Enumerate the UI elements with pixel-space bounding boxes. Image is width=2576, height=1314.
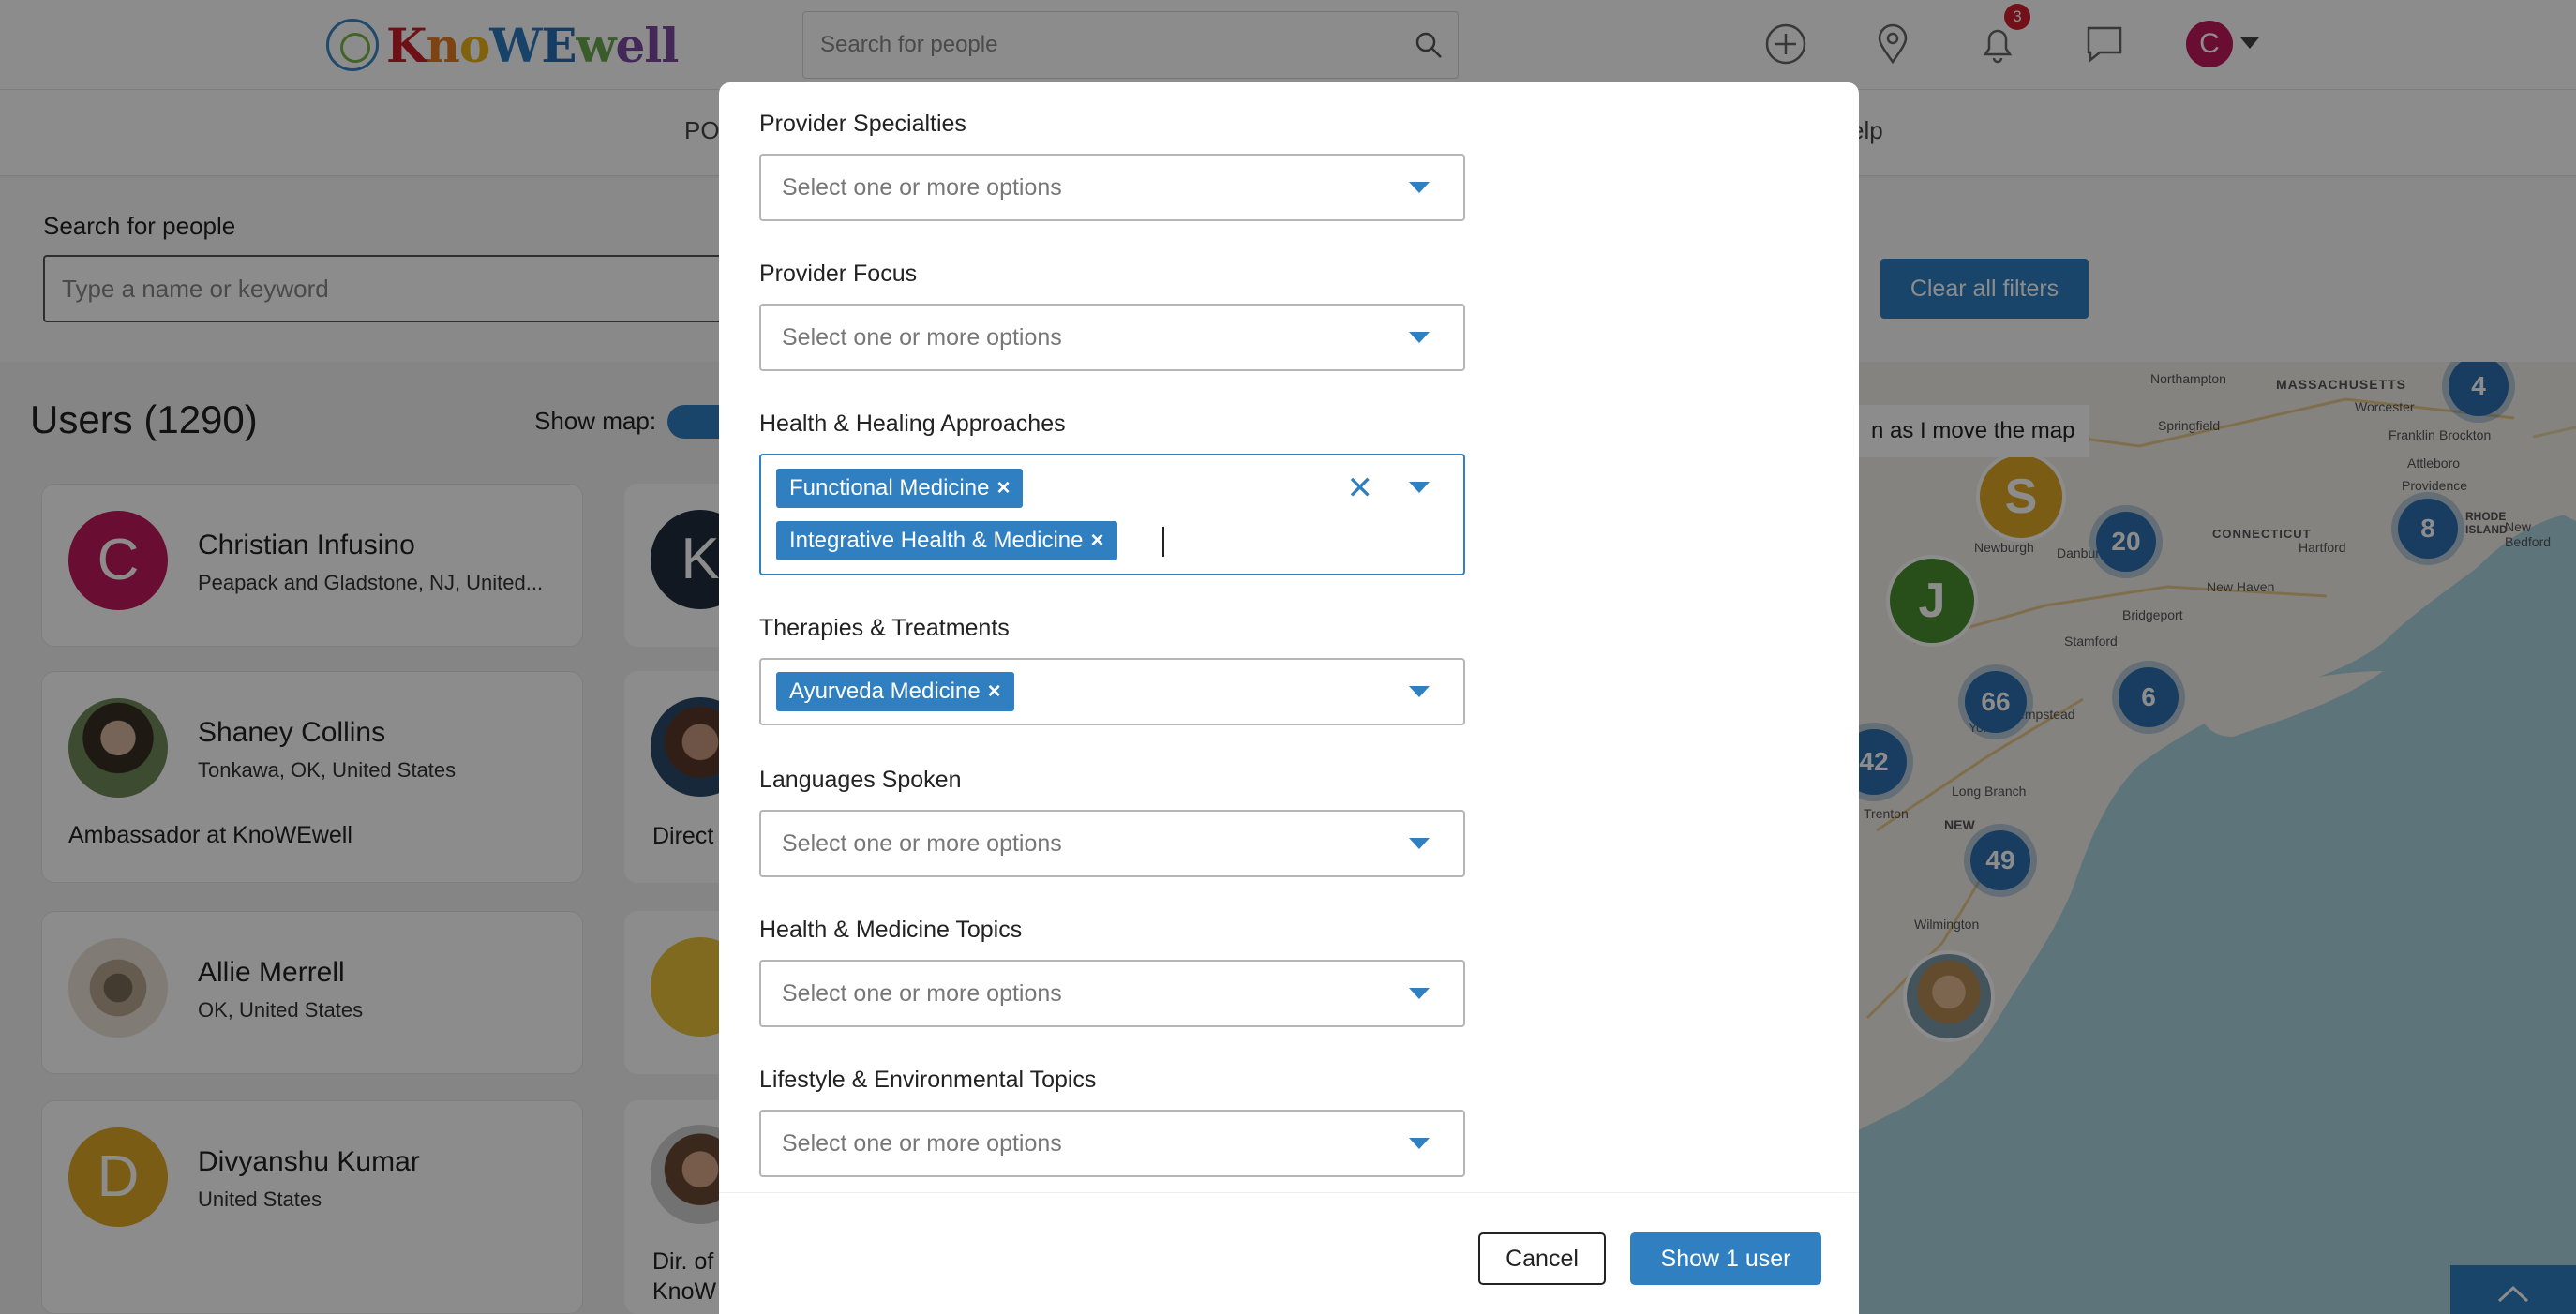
provider-focus-select[interactable]: Select one or more options bbox=[759, 304, 1465, 371]
selected-tag-ayurveda-medicine: Ayurveda Medicine × bbox=[776, 672, 1014, 711]
field-label-provider-focus: Provider Focus bbox=[759, 261, 918, 287]
filter-modal: Provider Specialties Select one or more … bbox=[719, 82, 1859, 1314]
select-placeholder: Select one or more options bbox=[782, 324, 1062, 351]
remove-tag-icon[interactable]: × bbox=[1091, 528, 1104, 553]
selected-tag-integrative-health: Integrative Health & Medicine × bbox=[776, 521, 1117, 560]
provider-specialties-select[interactable]: Select one or more options bbox=[759, 154, 1465, 221]
field-label-health-medicine-topics: Health & Medicine Topics bbox=[759, 917, 1023, 943]
remove-tag-icon[interactable]: × bbox=[988, 679, 1001, 704]
caret-down-icon[interactable] bbox=[1409, 988, 1430, 999]
caret-down-icon[interactable] bbox=[1409, 838, 1430, 849]
field-label-health-healing-approaches: Health & Healing Approaches bbox=[759, 411, 1066, 437]
field-label-lifestyle-environmental-topics: Lifestyle & Environmental Topics bbox=[759, 1067, 1097, 1093]
field-label-therapies-treatments: Therapies & Treatments bbox=[759, 615, 1010, 641]
show-results-button[interactable]: Show 1 user bbox=[1630, 1232, 1821, 1285]
cancel-button[interactable]: Cancel bbox=[1478, 1232, 1606, 1285]
caret-down-icon[interactable] bbox=[1409, 1138, 1430, 1149]
health-medicine-topics-select[interactable]: Select one or more options bbox=[759, 960, 1465, 1027]
remove-tag-icon[interactable]: × bbox=[996, 475, 1010, 500]
select-placeholder: Select one or more options bbox=[782, 980, 1062, 1007]
caret-down-icon[interactable] bbox=[1409, 332, 1430, 343]
clear-selection-icon[interactable]: ✕ bbox=[1347, 472, 1374, 504]
tag-label: Integrative Health & Medicine bbox=[789, 528, 1084, 553]
selected-tag-functional-medicine: Functional Medicine × bbox=[776, 469, 1024, 508]
tag-label: Ayurveda Medicine bbox=[789, 679, 981, 704]
select-placeholder: Select one or more options bbox=[782, 174, 1062, 201]
therapies-treatments-select[interactable]: Ayurveda Medicine × bbox=[759, 658, 1465, 725]
lifestyle-environmental-topics-select[interactable]: Select one or more options bbox=[759, 1110, 1465, 1177]
tag-label: Functional Medicine bbox=[789, 475, 990, 500]
caret-down-icon[interactable] bbox=[1409, 686, 1430, 697]
select-placeholder: Select one or more options bbox=[782, 830, 1062, 857]
select-placeholder: Select one or more options bbox=[782, 1130, 1062, 1157]
modal-footer: Cancel Show 1 user bbox=[719, 1192, 1859, 1314]
text-cursor bbox=[1162, 527, 1164, 557]
field-label-languages-spoken: Languages Spoken bbox=[759, 767, 962, 793]
caret-down-icon[interactable] bbox=[1409, 482, 1430, 493]
languages-spoken-select[interactable]: Select one or more options bbox=[759, 810, 1465, 877]
field-label-provider-specialties: Provider Specialties bbox=[759, 111, 966, 137]
caret-down-icon[interactable] bbox=[1409, 182, 1430, 193]
health-healing-approaches-select[interactable]: Functional Medicine × Integrative Health … bbox=[759, 454, 1465, 575]
